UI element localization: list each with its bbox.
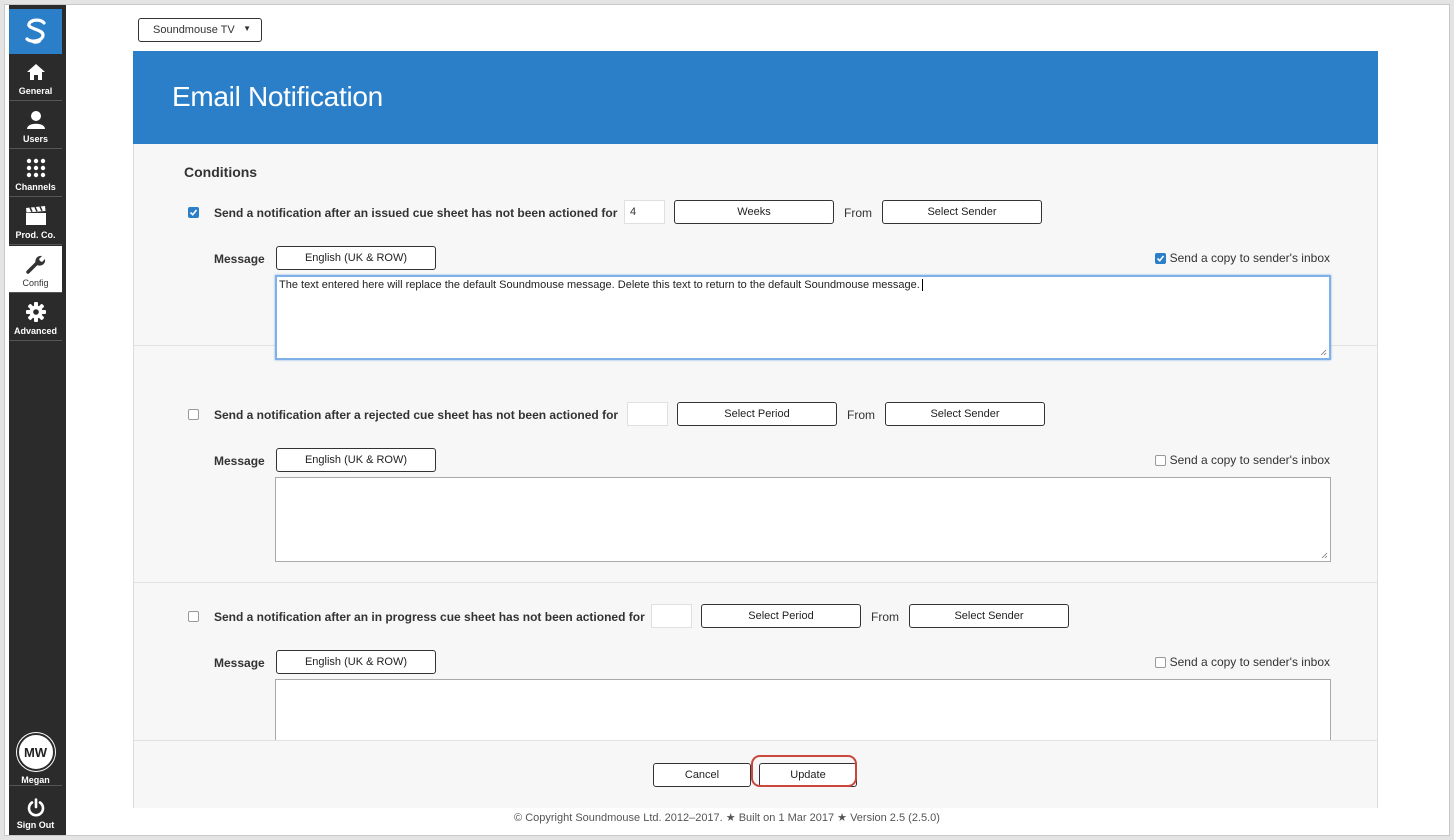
sidebar-item-config[interactable]: Config [9,246,62,293]
language-select-button[interactable]: English (UK & ROW) [276,650,436,674]
period-number-input[interactable] [627,402,668,426]
soundmouse-logo[interactable] [9,9,62,54]
from-label: From [847,408,875,422]
from-label: From [844,206,872,220]
language-select-button[interactable]: English (UK & ROW) [276,448,436,472]
copy-to-sender-option[interactable]: Send a copy to sender's inbox [1154,251,1330,265]
wrench-icon [25,252,47,276]
message-text: The text entered here will replace the d… [279,279,920,291]
period-select-button[interactable]: Select Period [701,604,861,628]
period-number-input[interactable] [651,604,692,628]
channels-icon [26,156,46,180]
clapperboard-icon [25,204,47,228]
message-textarea[interactable] [275,679,1331,740]
sidebar-item-advanced[interactable]: Advanced [9,294,62,341]
update-button[interactable]: Update [759,763,857,787]
user-name: Megan [21,775,50,785]
condition-section-in-progress: Send a notification after an in progress… [134,583,1377,740]
copy-to-sender-option[interactable]: Send a copy to sender's inbox [1154,655,1330,669]
period-select-button[interactable]: Weeks [674,200,834,224]
sidebar: General Users Channels Prod. Co. Config … [9,5,66,835]
condition-in-progress-text: Send a notification after an in progress… [214,610,645,624]
organisation-select-value: Soundmouse TV [153,24,235,36]
user-icon [26,108,46,132]
sidebar-item-prod-co[interactable]: Prod. Co. [9,198,62,245]
sidebar-item-label: Advanced [13,326,57,336]
avatar: MW [16,733,55,771]
condition-issued-text: Send a notification after an issued cue … [214,206,618,220]
sidebar-item-label: General [18,86,53,96]
period-number-input[interactable]: 4 [624,200,665,224]
condition-section-rejected: Send a notification after a rejected cue… [134,381,1377,583]
text-cursor [921,279,923,291]
resize-grip-icon[interactable] [1320,349,1327,356]
form-footer: Cancel Update [134,740,1377,808]
period-select-button[interactable]: Select Period [677,402,837,426]
page-title: Email Notification [172,81,383,112]
copyright-footer: © Copyright Soundmouse Ltd. 2012–2017. ★… [514,812,940,824]
sidebar-item-label: Config [22,278,49,288]
copy-to-sender-checkbox[interactable] [1154,252,1166,264]
home-icon [26,60,46,84]
from-label: From [871,610,899,624]
copy-to-sender-checkbox[interactable] [1154,656,1166,668]
copy-to-sender-option[interactable]: Send a copy to sender's inbox [1154,453,1330,467]
sidebar-item-general[interactable]: General [9,54,62,101]
sidebar-item-label: Prod. Co. [15,230,56,240]
select-sender-button[interactable]: Select Sender [909,604,1069,628]
condition-rejected-checkbox[interactable] [188,409,199,420]
caret-down-icon: ▼ [243,24,251,33]
gear-icon [25,300,46,324]
condition-in-progress-checkbox[interactable] [188,611,199,622]
user-profile[interactable]: MW Megan [9,731,62,786]
app-window: General Users Channels Prod. Co. Config … [4,4,1450,836]
conditions-scroll-area[interactable]: Conditions Send a notification after an … [134,144,1377,740]
check-icon [189,209,198,216]
condition-rejected-text: Send a notification after a rejected cue… [214,408,619,422]
resize-grip-icon[interactable] [1321,552,1328,559]
copy-to-sender-label: Send a copy to sender's inbox [1169,251,1330,265]
condition-section-issued: Conditions Send a notification after an … [134,144,1377,360]
select-sender-button[interactable]: Select Sender [885,402,1045,426]
organisation-select[interactable]: Soundmouse TV ▼ [138,18,262,42]
language-select-button[interactable]: English (UK & ROW) [276,246,436,270]
copy-to-sender-label: Send a copy to sender's inbox [1169,655,1330,669]
message-label: Message [214,252,265,266]
sidebar-item-label: Channels [15,182,56,192]
message-label: Message [214,656,265,670]
sidebar-item-channels[interactable]: Channels [9,150,62,197]
cancel-button[interactable]: Cancel [653,763,751,787]
condition-issued-checkbox[interactable] [188,207,199,218]
page-header: Email Notification [133,51,1378,144]
soundmouse-logo-icon [24,18,46,44]
sidebar-item-users[interactable]: Users [9,102,62,149]
check-icon [1156,254,1164,262]
copy-to-sender-label: Send a copy to sender's inbox [1169,453,1330,467]
message-textarea[interactable]: The text entered here will replace the d… [275,275,1331,360]
message-label: Message [214,454,265,468]
copy-to-sender-checkbox[interactable] [1154,454,1166,466]
select-sender-button[interactable]: Select Sender [882,200,1042,224]
section-title: Conditions [184,164,258,180]
message-textarea[interactable] [275,477,1331,562]
sidebar-item-label: Users [22,134,49,144]
